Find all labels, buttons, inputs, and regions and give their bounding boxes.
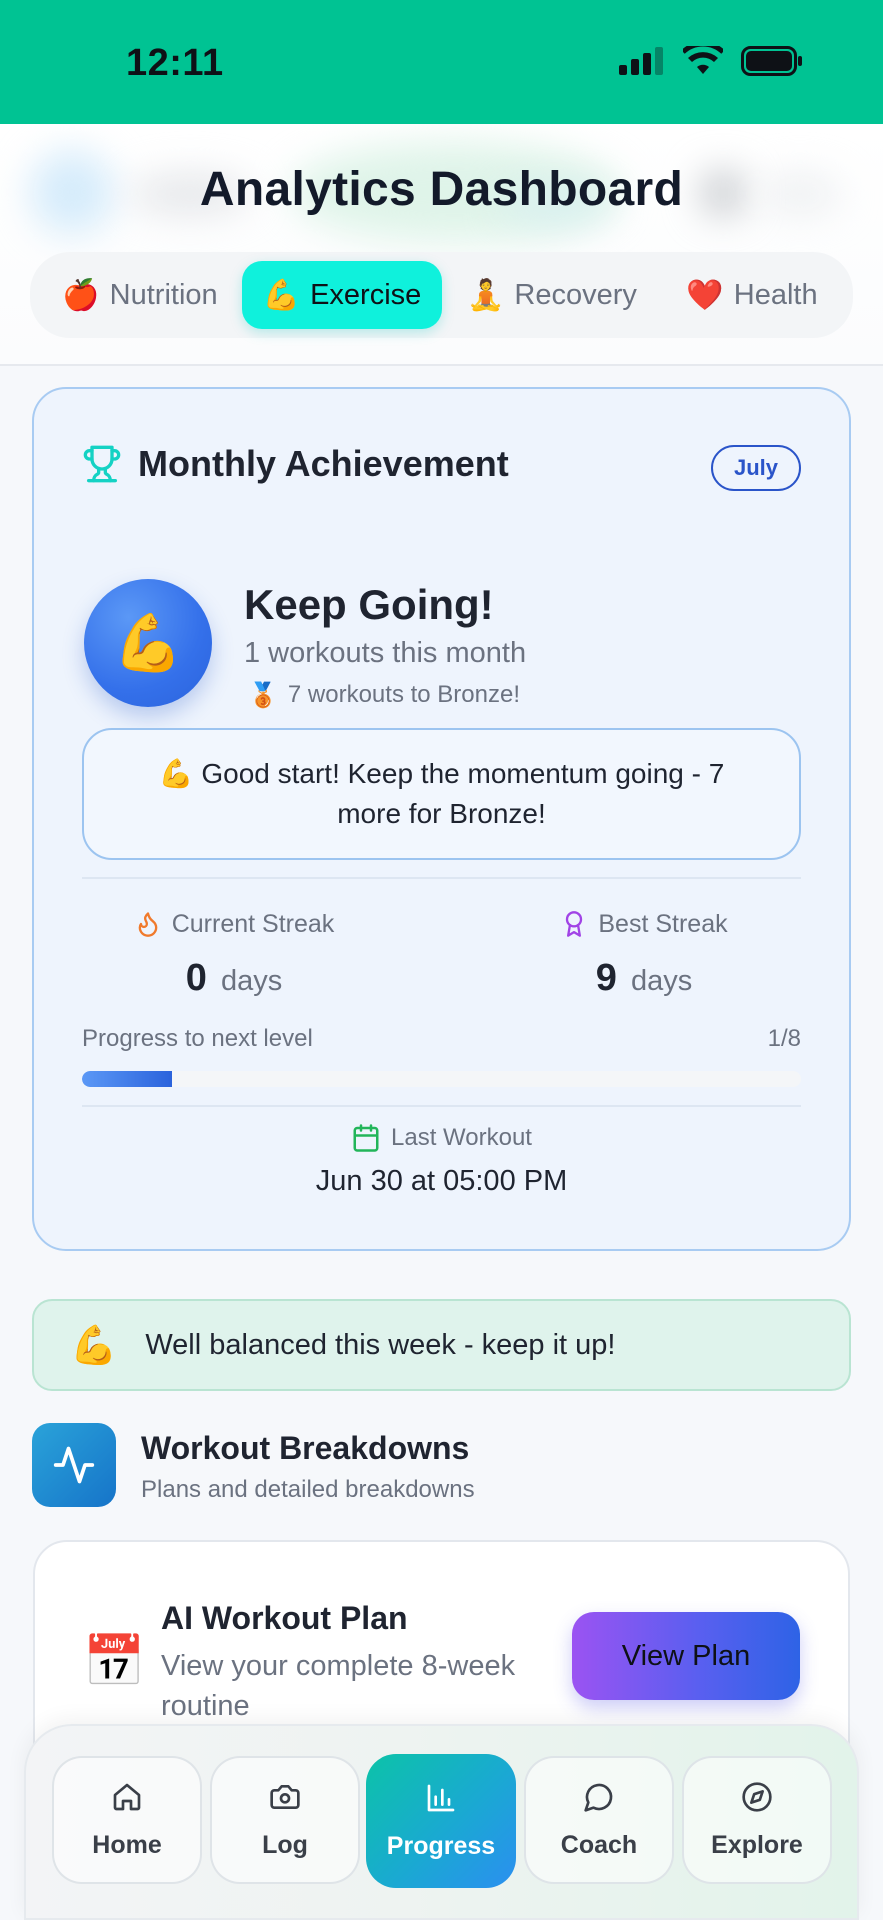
nav-label: Explore <box>711 1830 803 1859</box>
balance-banner: 💪 Well balanced this week - keep it up! <box>32 1299 851 1391</box>
category-tabs: 🍎 Nutrition 💪 Exercise 🧘 Recovery ❤️ Hea… <box>30 252 853 338</box>
best-streak-unit: days <box>630 965 693 997</box>
battery-icon <box>741 46 802 76</box>
progress-label: Progress to next level <box>82 1025 313 1052</box>
workouts-count: 1 workouts this month <box>244 637 527 669</box>
tab-label: Exercise <box>310 278 422 311</box>
tab-health[interactable]: ❤️ Health <box>662 261 842 329</box>
achievement-title: Monthly Achievement <box>138 443 509 484</box>
flexed-biceps-icon: 💪 <box>70 1322 118 1367</box>
signal-icon <box>619 47 663 75</box>
calendar-icon: 📅 <box>83 1632 146 1690</box>
tab-nutrition[interactable]: 🍎 Nutrition <box>38 261 242 329</box>
achievement-avatar: 💪 <box>84 579 212 707</box>
progress-count: 1/8 <box>767 1025 801 1052</box>
trophy-icon <box>83 445 121 483</box>
camera-icon <box>270 1784 300 1809</box>
nav-label: Coach <box>560 1830 638 1859</box>
award-ribbon-icon <box>566 911 583 937</box>
nav-label: Home <box>92 1830 162 1859</box>
bronze-medal-icon: 🥉 <box>248 681 278 709</box>
tab-label: Recovery <box>514 278 637 311</box>
best-streak-label: Best Streak <box>598 909 728 938</box>
best-streak: Best Streak 9 days <box>534 909 754 1000</box>
current-streak-unit: days <box>220 965 283 997</box>
status-bar: 12:11 <box>0 0 883 124</box>
flexed-biceps-icon: 💪 <box>262 277 301 313</box>
tab-recovery[interactable]: 🧘 Recovery <box>442 261 662 329</box>
heart-icon: ❤️ <box>686 277 724 313</box>
divider <box>82 877 801 879</box>
next-level-hint: 🥉 7 workouts to Bronze! <box>248 681 520 709</box>
nav-label: Log <box>262 1830 308 1859</box>
current-streak: Current Streak 0 days <box>114 909 354 1000</box>
apple-icon: 🍎 <box>62 277 100 313</box>
home-icon <box>113 1783 141 1810</box>
nav-log[interactable]: Log <box>210 1756 360 1884</box>
section-title: Workout Breakdowns <box>141 1430 470 1466</box>
calendar-icon <box>353 1124 379 1152</box>
status-icons <box>619 46 803 76</box>
last-workout-value: Jun 30 at 05:00 PM <box>315 1165 568 1197</box>
tab-label: Health <box>733 278 818 311</box>
bottom-navigation: Home Log Progress Coach Explore <box>24 1724 859 1920</box>
monthly-achievement-card: Monthly Achievement July 💪 Keep Going! 1… <box>32 387 851 1251</box>
tab-exercise[interactable]: 💪 Exercise <box>242 261 442 329</box>
current-streak-value: 0 <box>185 957 207 999</box>
progress-bar <box>82 1071 801 1087</box>
section-subtitle: Plans and detailed breakdowns <box>141 1476 475 1503</box>
motivation-message: 💪 Good start! Keep the momentum going - … <box>82 728 801 860</box>
balance-text: Well balanced this week - keep it up! <box>145 1328 616 1361</box>
progress-bar-fill <box>82 1071 172 1087</box>
nav-label: Progress <box>386 1831 496 1860</box>
bar-chart-icon <box>427 1784 455 1811</box>
page-title: Analytics Dashboard <box>199 163 684 216</box>
activity-pulse-icon <box>32 1423 116 1507</box>
header: Analytics Dashboard 🍎 Nutrition 💪 Exerci… <box>0 124 883 366</box>
flame-icon <box>138 912 158 937</box>
compass-icon <box>742 1781 772 1812</box>
best-streak-value: 9 <box>595 957 617 999</box>
tab-label: Nutrition <box>109 278 218 311</box>
view-plan-button[interactable]: View Plan <box>572 1612 800 1700</box>
achievement-headline: Keep Going! <box>244 581 494 628</box>
plan-title: AI Workout Plan <box>161 1600 408 1636</box>
plan-subtitle: View your complete 8-week routine <box>161 1650 516 1722</box>
achievement-header: Monthly Achievement <box>82 443 509 485</box>
month-badge: July <box>711 445 801 491</box>
nav-progress[interactable]: Progress <box>366 1754 516 1888</box>
wifi-icon <box>683 46 723 74</box>
flexed-biceps-icon: 💪 <box>113 611 183 676</box>
divider <box>82 1105 801 1107</box>
nav-explore[interactable]: Explore <box>682 1756 832 1884</box>
last-workout-label: Last Workout <box>391 1124 532 1151</box>
next-level-text: 7 workouts to Bronze! <box>287 681 521 708</box>
chat-bubble-icon <box>584 1783 613 1812</box>
nav-home[interactable]: Home <box>52 1756 202 1884</box>
meditation-icon: 🧘 <box>467 277 505 313</box>
status-time: 12:11 <box>126 42 224 84</box>
last-workout-label-row: Last Workout <box>34 1123 849 1153</box>
nav-coach[interactable]: Coach <box>524 1756 674 1884</box>
current-streak-label: Current Streak <box>171 909 335 938</box>
